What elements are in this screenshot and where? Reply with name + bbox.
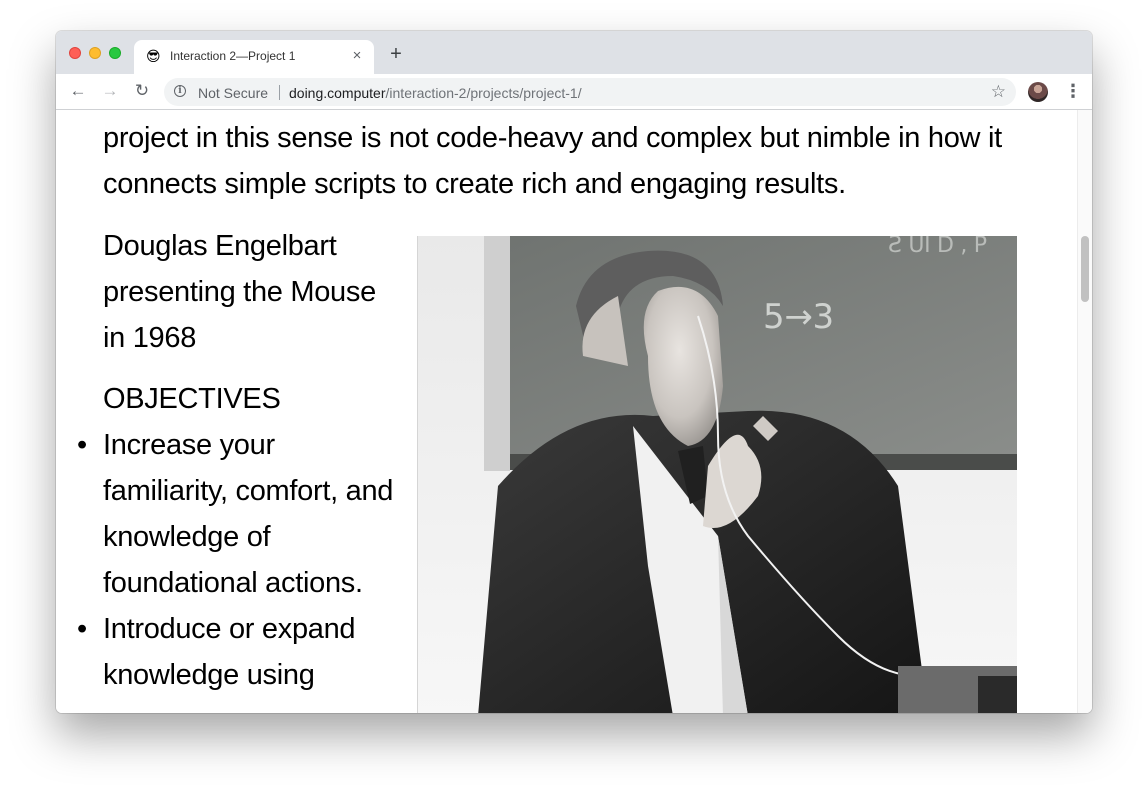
bookmark-star-icon[interactable]: ☆: [991, 82, 1006, 102]
window-minimize-button[interactable]: [89, 47, 101, 59]
window-maximize-button[interactable]: [109, 47, 121, 59]
tab-strip: 😎 Interaction 2—Project 1 × +: [56, 31, 1092, 74]
url-path: /interaction-2/projects/project-1/: [385, 85, 582, 101]
bullet-icon: •: [77, 429, 87, 461]
list-item-text: Introduce or expand knowledge using: [103, 613, 356, 691]
intro-paragraph: project in this sense is not code-heavy …: [103, 122, 1002, 200]
tab-active[interactable]: 😎 Interaction 2—Project 1 ×: [134, 40, 374, 74]
profile-avatar[interactable]: [1028, 82, 1048, 102]
left-column: Douglas Engelbart presenting the Mouse i…: [77, 223, 403, 698]
list-item: • Increase your familiarity, comfort, an…: [77, 422, 403, 606]
security-indicator[interactable]: Not Secure: [198, 85, 268, 101]
engelbart-photo: 5→3 Ƨ UI D , P: [417, 236, 1017, 713]
photo-illustration: 5→3 Ƨ UI D , P: [418, 236, 1017, 713]
scrollbar-thumb[interactable]: [1081, 236, 1089, 302]
tab-close-icon[interactable]: ×: [348, 47, 366, 65]
list-item: • Introduce or expand knowledge using: [77, 606, 403, 698]
forward-arrow-icon[interactable]: →: [99, 80, 121, 102]
info-circle-icon[interactable]: i: [174, 85, 186, 97]
reload-icon[interactable]: ↻: [131, 80, 153, 102]
vertical-scrollbar[interactable]: [1077, 110, 1092, 713]
window-close-button[interactable]: [69, 47, 81, 59]
svg-text:5→3: 5→3: [763, 297, 834, 337]
page-viewport[interactable]: project in this sense is not code-heavy …: [56, 110, 1092, 713]
image-caption: Douglas Engelbart presenting the Mouse i…: [103, 230, 376, 354]
browser-window: 😎 Interaction 2—Project 1 × + ← → ↻ i No…: [56, 31, 1092, 713]
list-item-text: Increase your familiarity, comfort, and …: [103, 429, 394, 599]
back-arrow-icon[interactable]: ←: [67, 80, 89, 102]
omnibox-divider: [279, 85, 280, 100]
bullet-icon: •: [77, 613, 87, 645]
svg-text:Ƨ UI D , P: Ƨ UI D , P: [888, 236, 987, 258]
kebab-menu-icon[interactable]: ⋮: [1064, 81, 1082, 103]
objectives-list: • Increase your familiarity, comfort, an…: [77, 422, 403, 698]
address-bar[interactable]: i Not Secure doing.computer/interaction-…: [164, 78, 1016, 106]
browser-toolbar: ← → ↻ i Not Secure doing.computer/intera…: [56, 74, 1092, 110]
new-tab-button[interactable]: +: [386, 44, 406, 64]
url-host: doing.computer: [289, 85, 386, 101]
tab-favicon-icon: 😎: [146, 48, 161, 64]
tab-title: Interaction 2—Project 1: [170, 49, 296, 63]
url-text[interactable]: doing.computer/interaction-2/projects/pr…: [289, 85, 582, 101]
objectives-heading: OBJECTIVES: [103, 383, 281, 415]
